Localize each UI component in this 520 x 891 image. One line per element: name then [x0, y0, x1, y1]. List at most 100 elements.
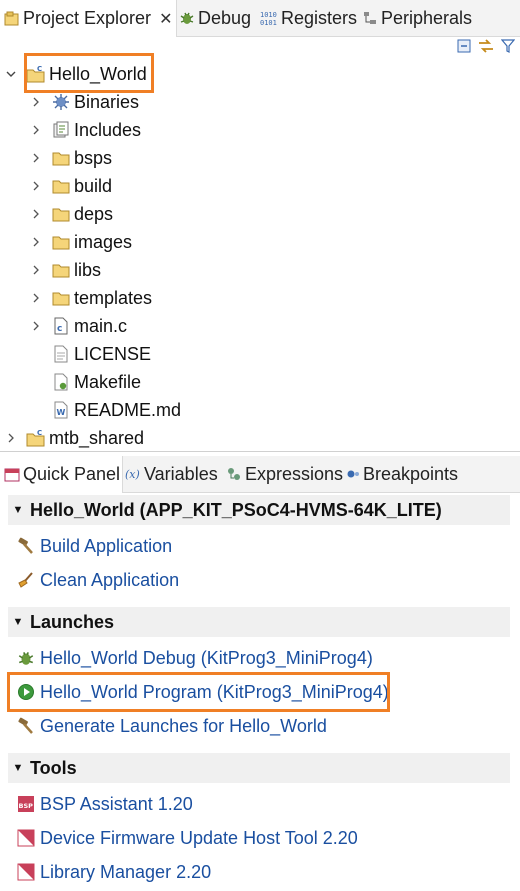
tree-item-deps[interactable]: deps	[29, 200, 113, 228]
tree-label: bsps	[74, 147, 113, 168]
chevron-right-icon[interactable]	[29, 179, 43, 193]
link-label: Hello_World Debug (KitProg3_MiniProg4)	[40, 647, 373, 668]
link-label: Generate Launches for Hello_World	[40, 715, 327, 736]
tab-registers[interactable]: 1010 0101 Registers	[260, 0, 357, 36]
chevron-right-icon[interactable]	[4, 431, 18, 445]
collapse-triangle-icon[interactable]: ▼	[10, 762, 26, 774]
tab-label: Registers	[281, 7, 358, 28]
link-label: Clean Application	[40, 569, 180, 590]
tab-variables[interactable]: (x) Variables	[125, 456, 218, 492]
filter-icon[interactable]	[500, 38, 516, 54]
breakpoints-icon	[346, 467, 360, 481]
tree-item-mtb-shared[interactable]: C mtb_shared	[4, 424, 144, 452]
tree-item-hello-world[interactable]: C Hello_World	[4, 60, 147, 88]
collapse-triangle-icon[interactable]: ▼	[10, 504, 26, 516]
tree-label: Makefile	[74, 371, 142, 392]
tree-item-bsps[interactable]: bsps	[29, 144, 112, 172]
project-explorer-pane: Project Explorer ✕ Debug 1010 0101 Regist…	[0, 0, 520, 452]
peripherals-icon	[362, 10, 378, 26]
build-application-link[interactable]: Build Application	[16, 532, 172, 560]
chevron-right-icon[interactable]	[29, 263, 43, 277]
section-project[interactable]: ▼ Hello_World (APP_KIT_PSoC4-HVMS-64K_LI…	[8, 495, 510, 525]
chevron-right-icon[interactable]	[29, 319, 43, 333]
hammer-icon	[16, 716, 36, 736]
svg-text:1010: 1010	[260, 11, 277, 19]
tree-label: libs	[74, 259, 102, 280]
chevron-right-icon[interactable]	[29, 235, 43, 249]
chevron-down-icon[interactable]	[4, 67, 18, 81]
section-launches[interactable]: ▼ Launches	[8, 607, 510, 637]
collapse-all-icon[interactable]	[456, 38, 472, 54]
tree-item-templates[interactable]: templates	[29, 284, 152, 312]
chevron-right-icon[interactable]	[29, 123, 43, 137]
top-tab-bar: Project Explorer ✕ Debug 1010 0101 Regist…	[0, 0, 520, 37]
quick-panel-pane: Quick Panel (x) Variables Expressions Br…	[0, 456, 520, 891]
tab-label: Peripherals	[381, 7, 473, 28]
tab-label: Quick Panel	[23, 464, 121, 484]
tree-item-license[interactable]: LICENSE	[51, 340, 151, 368]
bsp-assistant-link[interactable]: BSP BSP Assistant 1.20	[16, 790, 193, 818]
bsp-assistant-icon: BSP	[16, 794, 36, 814]
bottom-tab-bar: Quick Panel (x) Variables Expressions Br…	[0, 456, 520, 493]
folder-icon	[51, 204, 71, 224]
section-tools[interactable]: ▼ Tools	[8, 753, 510, 783]
chevron-right-icon[interactable]	[29, 151, 43, 165]
expressions-icon	[226, 466, 242, 482]
tab-expressions[interactable]: Expressions	[226, 456, 343, 492]
tree-label: LICENSE	[74, 343, 152, 364]
chevron-right-icon[interactable]	[29, 95, 43, 109]
tree-item-makefile[interactable]: Makefile	[51, 368, 141, 396]
tab-project-explorer[interactable]: Project Explorer ✕	[0, 0, 177, 37]
tab-debug[interactable]: Debug	[179, 0, 251, 36]
tree-label: images	[74, 231, 133, 252]
debug-bug-icon	[16, 648, 36, 668]
folder-icon	[51, 260, 71, 280]
clean-application-link[interactable]: Clean Application	[16, 566, 179, 594]
svg-text:(x): (x)	[125, 468, 140, 481]
c-project-folder-icon: C	[26, 428, 46, 448]
makefile-icon	[51, 372, 71, 392]
link-label: Build Application	[40, 535, 173, 556]
tree-item-includes[interactable]: Includes	[29, 116, 141, 144]
includes-icon	[51, 120, 71, 140]
folder-icon	[51, 232, 71, 252]
chevron-right-icon[interactable]	[29, 291, 43, 305]
section-title: Launches	[30, 611, 115, 632]
tree-item-build[interactable]: build	[29, 172, 112, 200]
tree-item-libs[interactable]: libs	[29, 256, 101, 284]
folder-icon	[51, 148, 71, 168]
generate-launches-link[interactable]: Generate Launches for Hello_World	[16, 712, 327, 740]
tab-label: Debug	[198, 7, 252, 28]
chevron-right-icon[interactable]	[29, 207, 43, 221]
launch-debug-link[interactable]: Hello_World Debug (KitProg3_MiniProg4)	[16, 644, 373, 672]
folder-icon	[51, 176, 71, 196]
tree-label: README.md	[74, 399, 182, 420]
link-label: Library Manager 2.20	[40, 861, 212, 882]
tree-item-readme[interactable]: W README.md	[51, 396, 181, 424]
tree-item-main-c[interactable]: c main.c	[29, 312, 127, 340]
tree-item-images[interactable]: images	[29, 228, 132, 256]
section-title: Hello_World (APP_KIT_PSoC4-HVMS-64K_LITE…	[30, 499, 442, 520]
svg-text:BSP: BSP	[19, 802, 34, 810]
svg-text:c: c	[57, 324, 62, 334]
library-manager-link[interactable]: Library Manager 2.20	[16, 858, 211, 886]
tab-label: Breakpoints	[363, 463, 459, 484]
tree-item-binaries[interactable]: Binaries	[29, 88, 139, 116]
tab-breakpoints[interactable]: Breakpoints	[346, 456, 458, 492]
link-with-editor-icon[interactable]	[478, 38, 494, 54]
collapse-triangle-icon[interactable]: ▼	[10, 616, 26, 628]
launch-program-link[interactable]: Hello_World Program (KitProg3_MiniProg4)	[16, 678, 389, 706]
hammer-icon	[16, 536, 36, 556]
device-firmware-update-link[interactable]: Device Firmware Update Host Tool 2.20	[16, 824, 358, 852]
markdown-file-icon: W	[51, 400, 71, 420]
tab-label: Project Explorer	[23, 8, 152, 28]
registers-binary-icon: 1010 0101	[260, 10, 278, 26]
close-icon[interactable]: ✕	[159, 9, 172, 29]
tree-label: Includes	[74, 119, 142, 140]
link-label: Hello_World Program (KitProg3_MiniProg4)	[40, 681, 389, 702]
tab-peripherals[interactable]: Peripherals	[362, 0, 472, 36]
run-play-icon	[16, 682, 36, 702]
link-label: BSP Assistant 1.20	[40, 793, 193, 814]
broom-icon	[16, 570, 36, 590]
tab-quick-panel[interactable]: Quick Panel	[0, 456, 123, 493]
